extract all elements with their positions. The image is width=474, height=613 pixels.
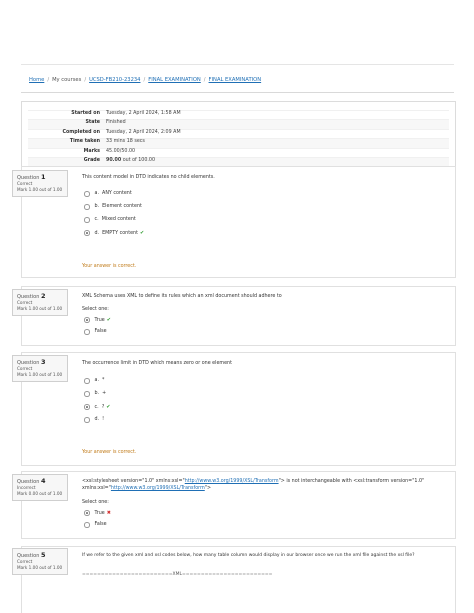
radio-button-selected[interactable] bbox=[84, 317, 90, 323]
radio-button[interactable] bbox=[84, 191, 90, 197]
check-icon: ✔ bbox=[106, 404, 111, 410]
option-a[interactable]: a. * bbox=[84, 378, 104, 384]
summary-value: 45.00/50.00 bbox=[106, 148, 136, 154]
question-info-5: Question 5 Correct Mark 1.00 out of 1.00 bbox=[12, 548, 68, 575]
top-divider bbox=[21, 64, 454, 65]
summary-value: 33 mins 18 secs bbox=[106, 139, 145, 145]
question-number: Question 3 bbox=[17, 358, 46, 366]
summary-value: Tuesday, 2 April 2024, 2:09 AM bbox=[106, 129, 181, 135]
option-b[interactable]: b. + bbox=[84, 391, 106, 397]
breadcrumb-section-link[interactable]: FINAL EXAMINATION bbox=[148, 77, 201, 83]
option-true[interactable]: True ✖ bbox=[84, 510, 111, 516]
question-info-2: Question 2 Correct Mark 1.00 out of 1.00 bbox=[12, 289, 68, 316]
radio-button[interactable] bbox=[84, 378, 90, 384]
summary-label: Marks bbox=[83, 148, 100, 154]
option-false[interactable]: False bbox=[84, 329, 107, 335]
radio-button[interactable] bbox=[84, 329, 90, 335]
feedback-text: Your answer is correct. bbox=[82, 264, 137, 269]
option-c[interactable]: c. Mixed content bbox=[84, 217, 136, 223]
breadcrumb-separator: / bbox=[47, 77, 50, 83]
question-info-3: Question 3 Correct Mark 1.00 out of 1.00 bbox=[12, 355, 68, 382]
question-mark: Mark 1.00 out of 1.00 bbox=[17, 306, 63, 311]
question-number: Question 2 bbox=[17, 292, 46, 300]
radio-button[interactable] bbox=[84, 391, 90, 397]
breadcrumb-my-courses: My courses bbox=[52, 77, 82, 83]
cross-icon: ✖ bbox=[106, 510, 111, 516]
breadcrumb-bar: Home / My courses / UCSD-FB210-23234/FINAL E… bbox=[21, 64, 454, 93]
grade-value: 90.00 bbox=[106, 157, 122, 163]
summary-row-marks: Marks 45.00/50.00 bbox=[28, 147, 449, 157]
attempt-summary-table: Started on Tuesday, 2 April 2024, 1:58 AM… bbox=[21, 101, 456, 171]
question-info-4: Question 4 Incorrect Mark 0.00 out of 1.… bbox=[12, 474, 68, 501]
breadcrumb-separator: / bbox=[203, 77, 206, 83]
question-text: <xsl:stylesheet version="1.0" xmlns:xsl=… bbox=[82, 479, 425, 484]
select-one-label: Select one: bbox=[82, 500, 109, 505]
question-mark: Mark 1.00 out of 1.00 bbox=[17, 565, 63, 570]
breadcrumb-course-link[interactable]: UCSD-FB210-23234 bbox=[89, 77, 140, 83]
question-mark: Mark 1.00 out of 1.00 bbox=[17, 187, 63, 192]
question-text: This content model in DTD indicates no c… bbox=[82, 175, 215, 180]
option-d[interactable]: d. EMPTY content ✔ bbox=[84, 230, 144, 236]
radio-button-selected[interactable] bbox=[84, 510, 90, 516]
option-a[interactable]: a. ANY content bbox=[84, 191, 132, 197]
code-header: ========================XML=============… bbox=[82, 572, 273, 577]
question-info-1: Question 1 Correct Mark 1.00 out of 1.00 bbox=[12, 170, 68, 197]
breadcrumb-separator: / bbox=[84, 77, 87, 83]
question-text-continued: xmlns:xsl="http://www.w3.org/1999/XSL/Tr… bbox=[82, 486, 211, 491]
breadcrumb: Home / My courses / UCSD-FB210-23234/FINAL E… bbox=[29, 77, 261, 83]
option-c[interactable]: c. ? ✔ bbox=[84, 404, 110, 410]
xsl-namespace-link[interactable]: http://www.w3.org/1999/XSL/Transform bbox=[111, 486, 205, 491]
summary-row-completed: Completed on Tuesday, 2 April 2024, 2:09 … bbox=[28, 128, 449, 138]
question-number: Question 4 bbox=[17, 477, 46, 485]
summary-label: Completed on bbox=[62, 129, 100, 135]
option-false[interactable]: False bbox=[84, 522, 107, 528]
summary-row-started: Started on Tuesday, 2 April 2024, 1:58 AM bbox=[28, 110, 449, 119]
option-d[interactable]: d. ! bbox=[84, 417, 104, 423]
option-b[interactable]: b. Element content bbox=[84, 204, 142, 210]
summary-label: Time taken bbox=[69, 139, 100, 145]
breadcrumb-page-link[interactable]: FINAL EXAMINATION bbox=[209, 77, 262, 83]
radio-button-selected[interactable] bbox=[84, 230, 90, 236]
summary-value: Tuesday, 2 April 2024, 1:58 AM bbox=[106, 111, 181, 116]
radio-button[interactable] bbox=[84, 522, 90, 528]
radio-button[interactable] bbox=[84, 217, 90, 223]
select-one-label: Select one: bbox=[82, 307, 109, 312]
radio-button-selected[interactable] bbox=[84, 404, 90, 410]
radio-button[interactable] bbox=[84, 417, 90, 423]
feedback-text: Your answer is correct. bbox=[82, 450, 137, 455]
summary-row-grade: Grade 90.00 out of 100.00 bbox=[28, 156, 449, 167]
summary-label: State bbox=[85, 120, 100, 126]
grade-suffix: out of 100.00 bbox=[122, 157, 156, 163]
check-icon: ✔ bbox=[106, 317, 111, 323]
summary-row-state: State Finished bbox=[28, 119, 449, 129]
summary-value: Finished bbox=[106, 120, 126, 126]
question-text: The occurrence limit in DTD which means … bbox=[82, 361, 232, 366]
question-text: XML Schema uses XML to define its rules … bbox=[82, 294, 282, 299]
question-mark: Mark 1.00 out of 1.00 bbox=[17, 372, 63, 377]
radio-button[interactable] bbox=[84, 204, 90, 210]
check-icon: ✔ bbox=[139, 230, 145, 236]
summary-row-time-taken: Time taken 33 mins 18 secs bbox=[28, 138, 449, 148]
question-number: Question 5 bbox=[17, 551, 46, 559]
breadcrumb-home-link[interactable]: Home bbox=[29, 77, 44, 83]
quiz-review-page: Home / My courses / UCSD-FB210-23234/FINAL E… bbox=[0, 0, 474, 613]
breadcrumb-separator: / bbox=[143, 77, 146, 83]
question-mark: Mark 0.00 out of 1.00 bbox=[17, 491, 63, 496]
question-number: Question 1 bbox=[17, 173, 46, 181]
question-text: If we refer to the given xml and xsl cod… bbox=[82, 553, 415, 558]
summary-label: Started on bbox=[71, 111, 100, 116]
option-true[interactable]: True ✔ bbox=[84, 317, 111, 323]
xsl-namespace-link[interactable]: http://www.w3.org/1999/XSL/Transform bbox=[185, 479, 279, 484]
